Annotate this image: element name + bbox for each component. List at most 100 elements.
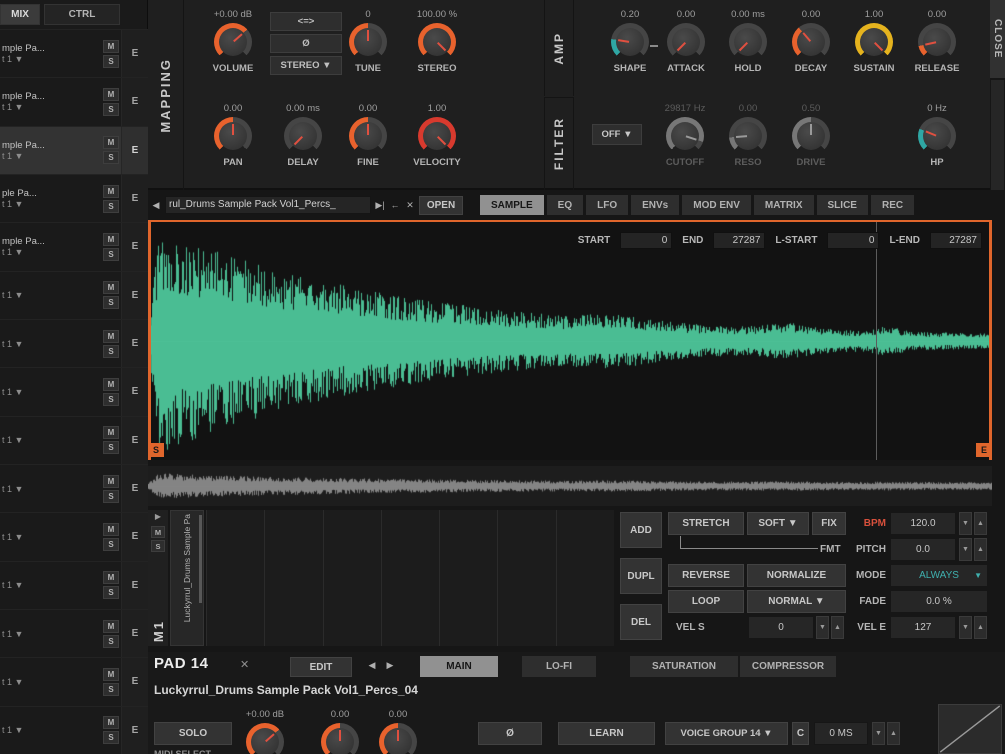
vel-start-down-button[interactable]: ▼ (816, 616, 829, 639)
pitch-value-field[interactable]: 0.0 (890, 538, 956, 561)
mute-button[interactable]: M (103, 619, 119, 633)
solo-button[interactable]: S (103, 682, 119, 696)
pad-row[interactable]: t 1 ▼ M S E (0, 415, 148, 464)
bpm-up-button[interactable]: ▲ (974, 512, 987, 535)
add-layer-button[interactable]: ADD (620, 512, 662, 548)
solo-button[interactable]: S (103, 392, 119, 406)
stretch-button[interactable]: STRETCH (668, 512, 744, 535)
tab-lo-fi[interactable]: LO-FI (522, 656, 596, 677)
mute-button[interactable]: M (103, 232, 119, 246)
pad-row[interactable]: t 1 ▼ M S E (0, 608, 148, 658)
solo-button[interactable]: S (103, 151, 119, 165)
edit-button[interactable]: E (121, 368, 148, 416)
layer-slot-loaded[interactable]: Luckyrrul_Drums Sample Pa (170, 510, 204, 646)
pad-row[interactable]: t 1 ▼ M S E (0, 657, 148, 706)
solo-button[interactable]: S (103, 586, 119, 600)
reverse-button[interactable]: REVERSE (668, 564, 744, 587)
pad-row[interactable]: ple Pa... t 1 ▼ M S E (0, 173, 148, 223)
mute-button[interactable]: M (103, 136, 119, 150)
loop-mode-select[interactable]: NORMAL ▼ (747, 590, 846, 613)
pad-clear-button[interactable]: ✕ (240, 658, 249, 671)
tab-ctrl[interactable]: CTRL (44, 4, 120, 25)
solo-button[interactable]: S (103, 489, 119, 503)
pad-solo-button[interactable]: SOLO (154, 722, 232, 745)
velocity-knob[interactable] (418, 117, 456, 155)
output-select[interactable]: t 1 ▼ (2, 339, 103, 349)
edit-button[interactable]: E (121, 126, 148, 174)
release-knob[interactable] (918, 23, 956, 61)
mute-button[interactable]: M (103, 184, 119, 198)
empty-layer-slot[interactable] (439, 510, 498, 646)
solo-button[interactable]: S (103, 199, 119, 213)
pad-delay-field[interactable]: 0 MS (814, 722, 868, 745)
waveform-overview[interactable] (148, 466, 992, 506)
close-button[interactable]: CLOSE (990, 0, 1005, 78)
output-select[interactable]: t 1 ▼ (2, 387, 103, 397)
vel-end-value-field[interactable]: 127 (890, 616, 956, 639)
pad-mix-1-knob[interactable] (321, 723, 359, 754)
scrollbar-track[interactable] (991, 80, 1004, 190)
output-select[interactable]: t 1 ▼ (2, 532, 103, 542)
output-select[interactable]: t 1 ▼ (2, 677, 103, 687)
end-value-field[interactable]: 27287 (713, 232, 766, 249)
vel-start-up-button[interactable]: ▲ (831, 616, 844, 639)
waveform-display[interactable] (148, 222, 992, 460)
pad-prev-button[interactable]: ◀ (366, 660, 378, 671)
mute-button[interactable]: M (103, 667, 119, 681)
output-select[interactable]: t 1 ▼ (2, 725, 103, 735)
hp-knob[interactable] (918, 117, 956, 155)
solo-button[interactable]: S (103, 247, 119, 261)
mute-button[interactable]: M (103, 522, 119, 536)
shape-knob[interactable] (611, 23, 649, 61)
mute-button[interactable]: M (103, 377, 119, 391)
fade-value-field[interactable]: 0.0 % (890, 590, 988, 613)
empty-layer-slot[interactable] (322, 510, 381, 646)
vel-end-up-button[interactable]: ▲ (974, 616, 987, 639)
mute-button[interactable]: M (103, 329, 119, 343)
start-value-field[interactable]: 0 (620, 232, 673, 249)
sample-end-line[interactable] (989, 222, 992, 460)
midi-learn-button[interactable]: LEARN (558, 722, 655, 745)
solo-button[interactable]: S (103, 296, 119, 310)
tab-rec[interactable]: REC (870, 195, 915, 215)
edit-button[interactable]: E (121, 658, 148, 706)
fix-button[interactable]: FIX (812, 512, 846, 535)
pad-row[interactable]: t 1 ▼ M S E (0, 463, 148, 513)
pitch-up-button[interactable]: ▲ (974, 538, 987, 561)
mute-button[interactable]: M (103, 474, 119, 488)
pad-row[interactable]: mple Pa... t 1 ▼ M S E (0, 29, 148, 78)
solo-button[interactable]: S (103, 537, 119, 551)
sample-start-line[interactable] (148, 222, 151, 460)
end-marker-handle[interactable]: E (976, 443, 992, 457)
back-button[interactable]: ← (389, 200, 401, 210)
tab-envs[interactable]: ENVs (631, 195, 680, 215)
layer-scrollbar[interactable] (199, 515, 202, 603)
mute-button[interactable]: M (103, 571, 119, 585)
phase-invert-button[interactable]: Ø (270, 34, 342, 53)
next-sample-button[interactable]: ▶| (374, 200, 386, 211)
mute-button[interactable]: M (103, 39, 119, 53)
solo-button[interactable]: S (103, 102, 119, 116)
empty-layer-slot[interactable] (380, 510, 440, 646)
edit-button[interactable]: E (121, 319, 148, 368)
pad-phase-button[interactable]: Ø (478, 722, 542, 745)
edit-button[interactable]: E (121, 78, 148, 126)
edit-button[interactable]: E (121, 223, 148, 271)
trigger-mode-select[interactable]: ALWAYS ▼ (890, 564, 988, 587)
pad-row[interactable]: t 1 ▼ M S E (0, 560, 148, 609)
attack-knob[interactable] (667, 23, 705, 61)
edit-button[interactable]: E (121, 464, 148, 513)
layer-solo-button[interactable]: S (151, 540, 165, 552)
edit-button[interactable]: E (121, 706, 148, 754)
output-select[interactable]: t 1 ▼ (2, 290, 103, 300)
stretch-mode-select[interactable]: SOFT ▼ (747, 512, 809, 535)
edit-button[interactable]: E (121, 609, 148, 658)
tab-compressor[interactable]: COMPRESSOR (740, 656, 836, 677)
empty-layer-slot[interactable] (497, 510, 556, 646)
volume-knob[interactable] (214, 23, 252, 61)
decay-knob[interactable] (792, 23, 830, 61)
tab-sample[interactable]: SAMPLE (480, 195, 544, 215)
edit-button[interactable]: E (121, 416, 148, 464)
pitch-down-button[interactable]: ▼ (959, 538, 972, 561)
start-marker-handle[interactable]: S (148, 443, 164, 457)
